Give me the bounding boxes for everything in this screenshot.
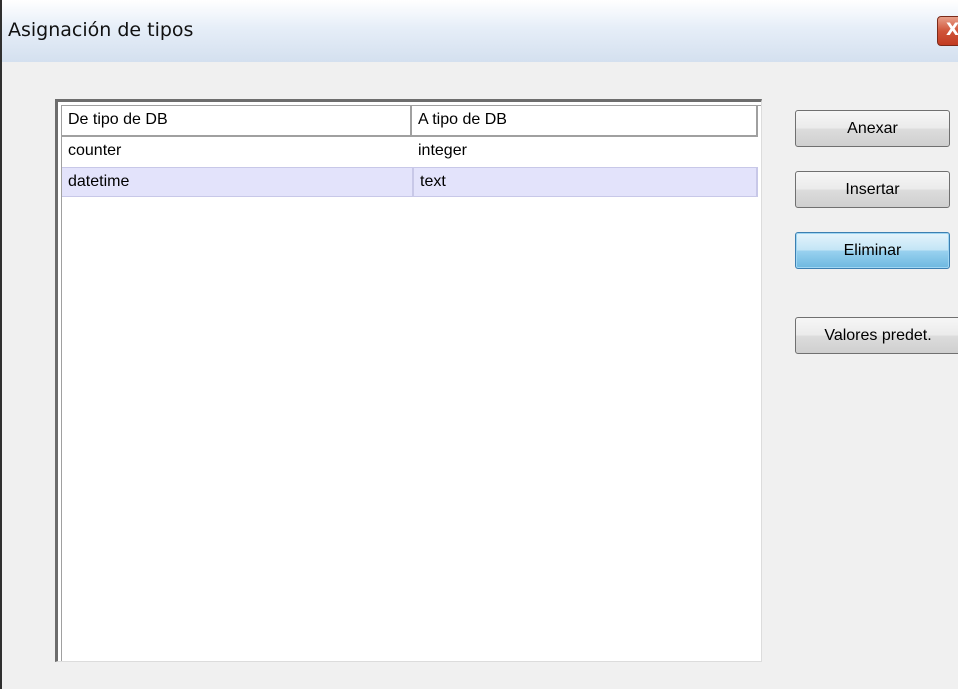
title-bar[interactable]: Asignación de tipos X: [2, 0, 958, 62]
restore-defaults-button[interactable]: Valores predet.: [795, 317, 958, 354]
close-icon: X: [946, 20, 958, 40]
cell-to-type[interactable]: text: [412, 168, 758, 197]
cell-from-type[interactable]: datetime: [62, 168, 412, 197]
dialog-title: Asignación de tipos: [8, 19, 194, 41]
insert-button[interactable]: Insertar: [795, 171, 950, 208]
append-button[interactable]: Anexar: [795, 110, 950, 147]
type-mapping-table: De tipo de DB A tipo de DB counter integ…: [55, 99, 762, 662]
table-row[interactable]: counter integer: [62, 137, 758, 167]
table-header: De tipo de DB A tipo de DB: [62, 106, 758, 137]
type-mapping-dialog: Asignación de tipos X De tipo de DB A ti…: [0, 0, 958, 689]
column-header-to-type[interactable]: A tipo de DB: [412, 106, 758, 135]
delete-button[interactable]: Eliminar: [795, 232, 950, 269]
table-row-selected[interactable]: datetime text: [62, 167, 758, 197]
cell-from-type[interactable]: counter: [62, 137, 412, 166]
column-header-from-type[interactable]: De tipo de DB: [62, 106, 412, 135]
cell-to-type[interactable]: integer: [412, 137, 758, 166]
close-button[interactable]: X: [937, 16, 958, 46]
dialog-body: De tipo de DB A tipo de DB counter integ…: [2, 62, 958, 689]
table-viewport: De tipo de DB A tipo de DB counter integ…: [61, 105, 761, 661]
